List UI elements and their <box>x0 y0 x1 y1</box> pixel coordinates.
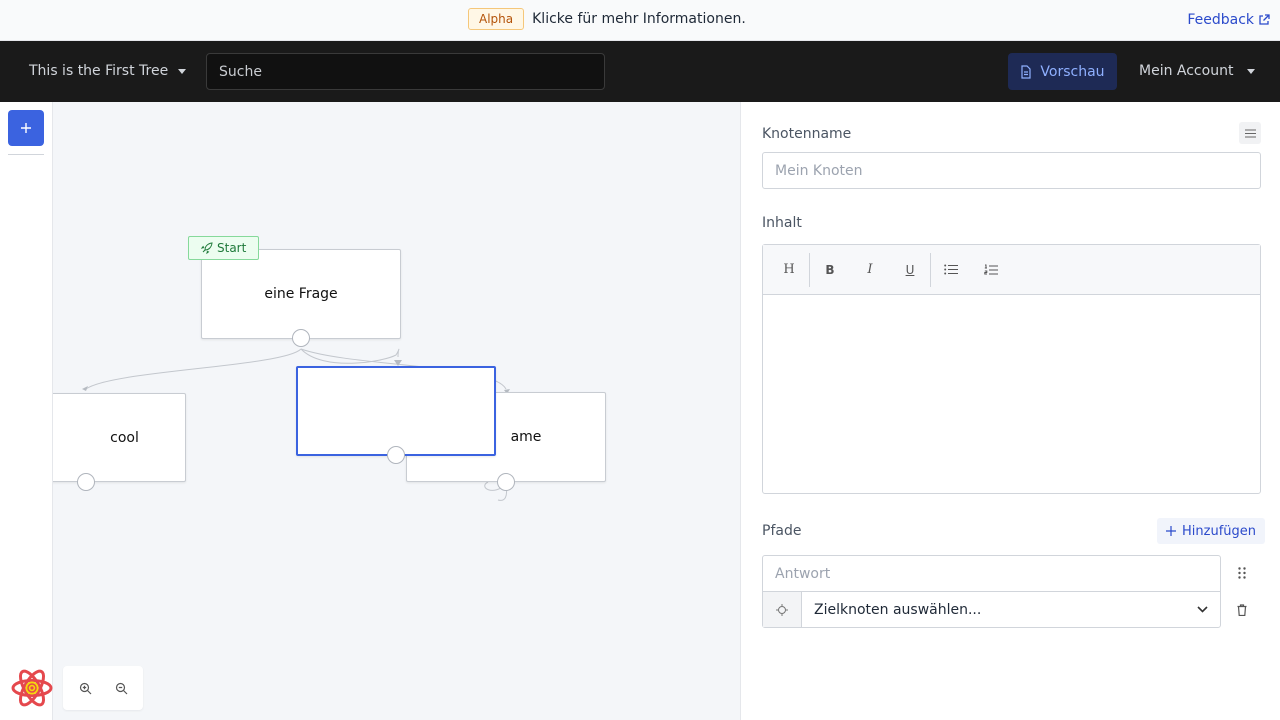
chevron-down-icon <box>1197 606 1208 613</box>
plus-icon <box>21 123 31 133</box>
bullet-list-icon <box>944 264 958 275</box>
crosshair-icon <box>776 603 788 616</box>
zoom-out-button[interactable] <box>112 679 130 697</box>
content-label: Inhalt <box>762 215 802 231</box>
italic-icon: I <box>867 262 873 277</box>
left-toolbar <box>0 102 53 720</box>
bullet-list-button[interactable] <box>931 253 971 287</box>
zoom-in-button[interactable] <box>76 679 94 697</box>
zoom-controls <box>63 666 143 710</box>
node-name-label: Knotenname <box>762 126 852 142</box>
path-item: Zielknoten auswählen... <box>762 555 1221 628</box>
editor-toolbar: H B I U <box>763 245 1260 295</box>
caret-down-icon <box>178 68 187 74</box>
bold-button[interactable]: B <box>810 253 850 287</box>
react-logo-icon <box>11 669 53 707</box>
rocket-icon <box>201 242 213 254</box>
heading-icon: H <box>783 262 795 277</box>
target-node-select[interactable]: Zielknoten auswählen... <box>802 592 1220 627</box>
zoom-in-icon <box>79 682 91 694</box>
tree-selector[interactable]: This is the First Tree <box>29 63 187 79</box>
tree-name: This is the First Tree <box>29 63 169 79</box>
preview-button[interactable]: Vorschau <box>1008 53 1117 90</box>
alpha-banner: Alpha Klicke für mehr Informationen. Fee… <box>0 0 1280 41</box>
node-label: ame <box>510 429 542 445</box>
panel-menu-button[interactable] <box>1239 122 1261 144</box>
zoom-out-icon <box>115 682 127 694</box>
external-link-icon <box>1259 14 1270 25</box>
feedback-link[interactable]: Feedback <box>1187 12 1270 28</box>
tree-canvas[interactable]: cool ame eine Frage Start <box>53 102 740 720</box>
account-menu[interactable]: Mein Account <box>1139 63 1256 79</box>
account-label: Mein Account <box>1139 63 1234 79</box>
alpha-badge: Alpha <box>468 8 525 30</box>
alpha-info-link[interactable]: Alpha Klicke für mehr Informationen. <box>468 8 746 30</box>
toolbar-divider <box>8 154 44 155</box>
node-label: cool <box>110 429 139 446</box>
start-label: Start <box>217 241 247 255</box>
trash-icon <box>1237 604 1247 616</box>
heading-button[interactable]: H <box>769 253 809 287</box>
node-cool[interactable]: cool <box>53 393 186 482</box>
node-handle[interactable] <box>292 329 310 347</box>
menu-icon <box>1244 128 1256 138</box>
node-editor-panel: Knotenname Inhalt H B I U <box>740 102 1280 720</box>
bold-icon: B <box>825 262 835 277</box>
italic-button[interactable]: I <box>850 253 890 287</box>
alpha-info-text: Klicke für mehr Informationen. <box>532 11 746 27</box>
paths-label: Pfade <box>762 523 802 539</box>
content-editor: H B I U <box>762 244 1261 494</box>
document-icon <box>1021 64 1032 79</box>
locate-target-button[interactable] <box>763 592 802 627</box>
node-eine-frage[interactable]: eine Frage <box>201 249 401 339</box>
add-path-label: Hinzufügen <box>1182 523 1256 539</box>
feedback-label: Feedback <box>1187 12 1254 28</box>
node-label: eine Frage <box>264 286 338 302</box>
node-name-input[interactable] <box>762 152 1261 189</box>
answer-input[interactable] <box>763 556 1220 592</box>
drag-handle[interactable] <box>1232 563 1252 583</box>
app-header: This is the First Tree Vorschau Mein Acc… <box>0 41 1280 102</box>
caret-down-icon <box>1247 68 1256 74</box>
numbered-list-button[interactable] <box>971 253 1011 287</box>
add-path-button[interactable]: Hinzufügen <box>1157 518 1265 544</box>
node-selected[interactable] <box>296 366 496 456</box>
node-handle[interactable] <box>387 446 405 464</box>
search-input[interactable] <box>206 53 605 90</box>
underline-button[interactable]: U <box>890 253 930 287</box>
start-badge: Start <box>188 236 260 260</box>
drag-handle-icon <box>1238 567 1246 579</box>
underline-icon: U <box>905 262 915 277</box>
target-select-label: Zielknoten auswählen... <box>814 601 982 618</box>
add-node-button[interactable] <box>8 110 44 146</box>
delete-path-button[interactable] <box>1232 600 1252 620</box>
plus-icon <box>1166 526 1176 536</box>
node-handle[interactable] <box>497 473 515 491</box>
node-handle[interactable] <box>77 473 95 491</box>
numbered-list-icon <box>984 264 998 274</box>
preview-label: Vorschau <box>1040 63 1105 80</box>
